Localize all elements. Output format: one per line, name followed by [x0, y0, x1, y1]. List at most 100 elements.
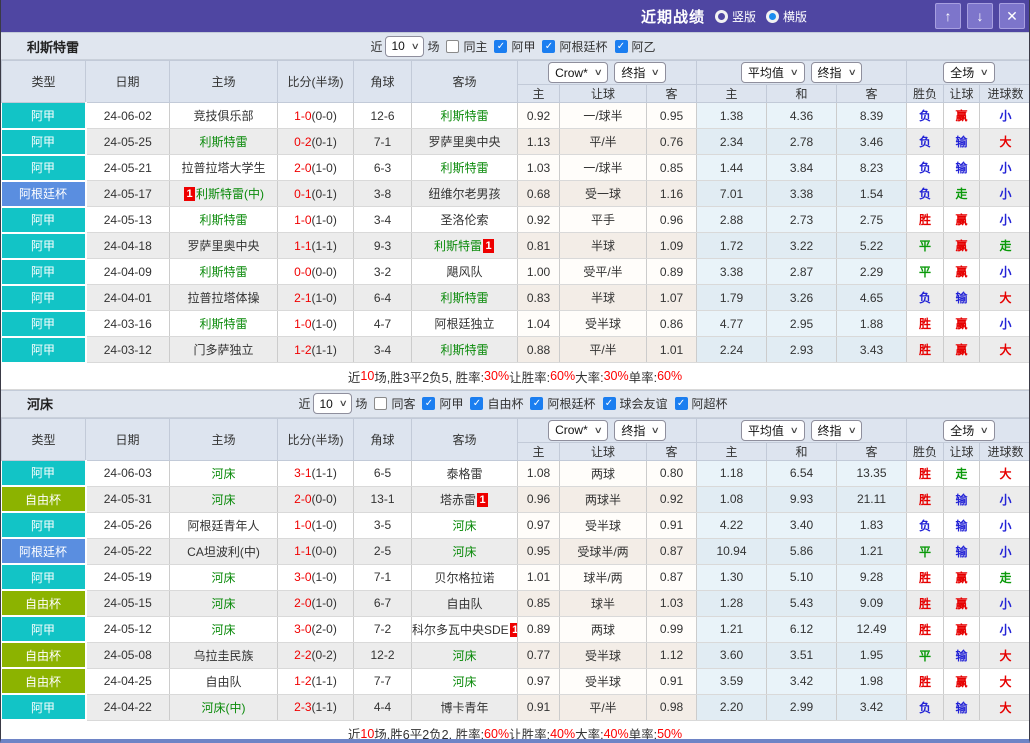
fulltime-score: 3-1 — [294, 466, 312, 480]
chevron-down-icon: ∨ — [651, 67, 661, 77]
fulltime-score: 1-0 — [294, 212, 312, 227]
match-count-select[interactable]: 10 ∨ — [385, 35, 425, 57]
result-wdl: 胜 — [906, 486, 945, 513]
summary-text: 近 — [347, 370, 361, 385]
halftime-score: (0-1) — [311, 186, 337, 201]
summary-number: 40% — [550, 726, 576, 741]
match-date: 24-05-08 — [85, 642, 170, 669]
average-select[interactable]: 平均值 ∨ — [740, 62, 805, 83]
col-home: 主场 — [169, 417, 278, 461]
avg-home: 1.38 — [696, 102, 767, 129]
subcol-home-odds: 主 — [517, 84, 560, 103]
league-checkbox-阿根廷杯[interactable]: ✓ — [542, 39, 556, 53]
match-date: 24-05-19 — [85, 564, 170, 591]
home-team: CA坦波利(中) — [169, 538, 278, 565]
score: 1-1(1-1) — [277, 232, 354, 259]
team-label: 泰格雷 — [446, 466, 483, 481]
average-time-select[interactable]: 终指 ∨ — [810, 419, 863, 441]
layout-radio-vertical[interactable]: 竖版 — [715, 8, 756, 25]
league-checkbox-label: 阿超杯 — [691, 397, 728, 411]
fulltime-score: 1-1 — [294, 544, 312, 558]
avg-draw: 3.51 — [766, 642, 837, 669]
league-checkbox-阿超杯[interactable]: ✓ — [674, 397, 688, 410]
match-count-select[interactable]: 10 ∨ — [313, 393, 353, 414]
score: 3-0(1-0) — [277, 564, 354, 591]
league-badge: 阿甲 — [1, 154, 87, 182]
avg-draw: 2.87 — [766, 258, 837, 285]
radio-label: 横版 — [783, 9, 808, 24]
league-checkbox-阿甲[interactable]: ✓ — [494, 39, 508, 53]
col-away: 客场 — [411, 60, 518, 103]
corners: 4-4 — [353, 694, 412, 721]
team-label: 塔赤雷 — [439, 492, 476, 507]
avg-home: 2.20 — [696, 694, 767, 721]
league-checkbox-阿根廷杯[interactable]: ✓ — [530, 397, 544, 410]
away-team: 河床 — [411, 642, 518, 669]
scope-select[interactable]: 全场 ∨ — [943, 62, 995, 83]
team-label: 利斯特雷 — [440, 291, 489, 305]
result-goals: 走 — [979, 232, 1029, 259]
corners: 13-1 — [353, 486, 412, 513]
handicap-line: 受半球 — [559, 668, 647, 695]
odds-away: 1.07 — [646, 284, 697, 311]
result-goals: 小 — [979, 590, 1029, 617]
league-checkbox-阿乙[interactable]: ✓ — [614, 39, 628, 53]
subcol-wdl: 胜负 — [906, 441, 945, 461]
match-count-value: 10 — [319, 396, 333, 411]
move-down-button[interactable]: ↓ — [967, 3, 993, 29]
odds-time-select[interactable]: 终指 ∨ — [614, 419, 666, 441]
close-button[interactable]: ✕ — [999, 3, 1025, 29]
score: 1-2(1-1) — [277, 668, 354, 695]
result-wdl: 平 — [906, 232, 945, 259]
team-label: 利斯特雷 — [433, 239, 482, 253]
avg-draw: 3.84 — [766, 154, 837, 181]
same-venue-checkbox[interactable] — [374, 397, 388, 410]
league-badge: 阿甲 — [1, 284, 87, 312]
match-date: 24-03-12 — [85, 336, 170, 363]
team-label: 贝尔格拉诺 — [434, 570, 495, 585]
result-handicap: 赢 — [943, 668, 981, 695]
result-wdl: 胜 — [906, 564, 945, 591]
odds-home: 1.13 — [517, 128, 560, 155]
layout-radio-horizontal[interactable]: 横版 — [766, 8, 807, 25]
avg-draw: 3.22 — [766, 232, 837, 259]
league-badge: 自由杯 — [1, 642, 87, 669]
match-date: 24-04-22 — [85, 694, 170, 721]
league-badge: 阿甲 — [1, 128, 87, 156]
scope-select[interactable]: 全场 ∨ — [943, 419, 995, 441]
odds-source-select[interactable]: Crow* ∨ — [548, 62, 609, 83]
result-handicap: 赢 — [943, 564, 981, 591]
move-up-button[interactable]: ↑ — [935, 3, 961, 29]
handicap-line: 平/半 — [559, 694, 647, 721]
chevron-down-icon: ∨ — [847, 67, 857, 77]
team-label: 河床 — [211, 570, 236, 585]
avg-away: 3.43 — [836, 336, 908, 363]
match-date: 24-04-18 — [85, 232, 170, 259]
summary-text: 单率: — [628, 370, 658, 385]
league-checkbox-自由杯[interactable]: ✓ — [470, 397, 484, 410]
result-handicap: 赢 — [943, 206, 981, 233]
avg-home: 1.28 — [696, 590, 767, 617]
subcol-avg-draw: 和 — [766, 84, 837, 103]
home-team: 拉普拉塔体操 — [169, 284, 278, 311]
average-time-select[interactable]: 终指 ∨ — [810, 62, 863, 83]
team-section-2: 河床 近 10 ∨ 场同客 ✓ 阿甲 ✓ 自由杯 ✓ 阿根廷杯 ✓ 球会友谊 ✓ 阿超杯 类型 日期 主场… — [1, 389, 1029, 741]
average-select[interactable]: 平均值 ∨ — [740, 419, 805, 441]
avg-home: 4.22 — [696, 512, 767, 539]
odds-away: 0.85 — [646, 154, 697, 181]
avg-away: 3.46 — [836, 128, 908, 155]
corners: 3-2 — [353, 258, 412, 285]
odds-away: 0.87 — [646, 564, 697, 591]
league-checkbox-阿甲[interactable]: ✓ — [422, 397, 436, 410]
odds-away: 1.01 — [646, 336, 697, 363]
odds-time-select[interactable]: 终指 ∨ — [614, 62, 666, 83]
league-checkbox-球会友谊[interactable]: ✓ — [602, 397, 616, 410]
match-date: 24-05-21 — [85, 154, 170, 181]
fulltime-score: 1-0 — [294, 518, 312, 532]
result-handicap: 输 — [943, 284, 981, 311]
result-handicap: 输 — [943, 694, 981, 721]
score: 2-1(1-0) — [277, 284, 354, 311]
away-team: 阿根廷独立 — [411, 310, 518, 337]
odds-source-select[interactable]: Crow* ∨ — [548, 419, 609, 441]
same-venue-checkbox[interactable] — [446, 39, 460, 53]
